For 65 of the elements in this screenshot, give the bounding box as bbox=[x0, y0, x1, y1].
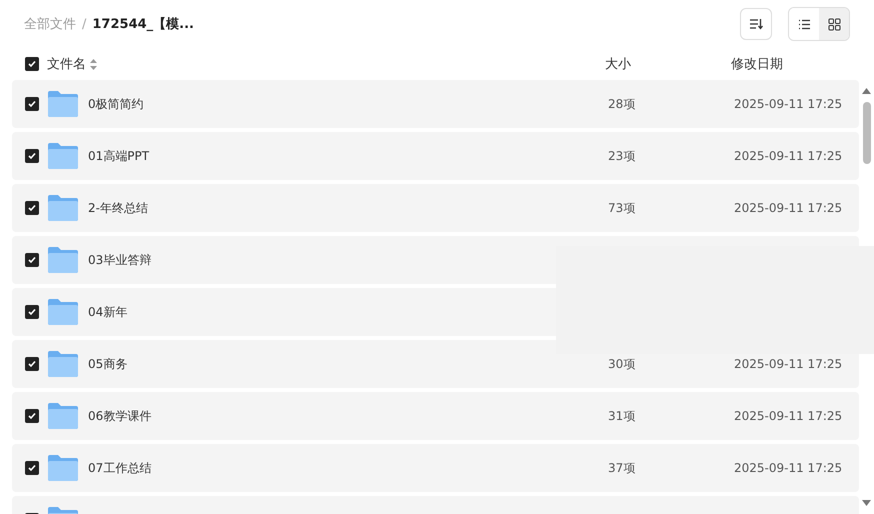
folder-row[interactable]: 06教学课件 31项 2025-09-11 17:25 bbox=[12, 392, 859, 440]
folder-icon bbox=[48, 299, 78, 325]
check-icon bbox=[27, 463, 37, 473]
check-icon bbox=[27, 255, 37, 265]
folder-icon bbox=[48, 455, 78, 481]
folder-name: 06教学课件 bbox=[88, 408, 152, 422]
folder-row[interactable]: 2-年终总结 73项 2025-09-11 17:25 bbox=[12, 184, 859, 232]
modified-date: 2025-09-11 17:25 bbox=[734, 201, 842, 215]
checkbox[interactable] bbox=[25, 97, 39, 111]
check-icon bbox=[27, 411, 37, 421]
column-header: 修改日期 bbox=[731, 56, 783, 73]
folder-row[interactable]: 0极简简约 28项 2025-09-11 17:25 bbox=[12, 80, 859, 128]
folder-icon bbox=[48, 403, 78, 429]
checkbox[interactable] bbox=[25, 201, 39, 215]
scroll-down-icon[interactable] bbox=[862, 500, 871, 506]
checkbox[interactable] bbox=[25, 253, 39, 267]
modified-date: 2025-09-11 17:25 bbox=[734, 461, 842, 475]
column-header: 大小 bbox=[605, 56, 632, 73]
sort-button[interactable] bbox=[740, 8, 772, 40]
modified-date: 2025-09-11 17:25 bbox=[734, 357, 842, 371]
folder-name: 04新年 bbox=[88, 304, 128, 318]
item-count: 30项 bbox=[608, 356, 636, 370]
folder-name: 05商务 bbox=[88, 356, 128, 370]
check-icon bbox=[27, 99, 37, 109]
folder-icon bbox=[48, 351, 78, 377]
folder-icon bbox=[48, 247, 78, 273]
folder-icon bbox=[48, 91, 78, 117]
breadcrumb-current: 172544_【模... bbox=[92, 16, 194, 33]
item-count: 37项 bbox=[608, 460, 636, 474]
checkbox[interactable] bbox=[25, 57, 39, 71]
folder-icon bbox=[48, 143, 78, 169]
check-icon bbox=[27, 151, 37, 161]
check-icon bbox=[27, 59, 37, 69]
modified-date: 2025-09-11 17:25 bbox=[734, 97, 842, 111]
column-header[interactable]: 文件名 bbox=[47, 55, 86, 73]
folder-icon bbox=[48, 195, 78, 221]
sort-icon[interactable] bbox=[90, 58, 97, 70]
check-icon bbox=[27, 359, 37, 369]
scroll-up-icon[interactable] bbox=[862, 88, 871, 94]
sort-icon bbox=[749, 18, 763, 30]
item-count: 28项 bbox=[608, 96, 636, 110]
checkbox[interactable] bbox=[25, 305, 39, 319]
folder-row[interactable]: 01高端PPT 23项 2025-09-11 17:25 bbox=[12, 132, 859, 180]
grid-icon bbox=[828, 18, 840, 30]
item-count: 23项 bbox=[608, 148, 636, 162]
check-icon bbox=[27, 203, 37, 213]
grid-view-button[interactable] bbox=[819, 8, 849, 40]
folder-name: 0极简简约 bbox=[88, 96, 144, 110]
list-icon bbox=[798, 18, 810, 30]
item-count: 31项 bbox=[608, 408, 636, 422]
folder-name: 03毕业答辩 bbox=[88, 252, 152, 266]
folder-row[interactable]: 07工作总结 37项 2025-09-11 17:25 bbox=[12, 444, 859, 492]
checkbox[interactable] bbox=[25, 409, 39, 423]
folder-name: 2-年终总结 bbox=[88, 200, 148, 214]
folder-name: 07工作总结 bbox=[88, 460, 152, 474]
checkbox[interactable] bbox=[25, 461, 39, 475]
modified-date: 2025-09-11 17:25 bbox=[734, 149, 842, 163]
modified-date: 2025-09-11 17:25 bbox=[734, 409, 842, 423]
scrollbar-thumb[interactable] bbox=[862, 102, 870, 164]
item-count: 73项 bbox=[608, 200, 636, 214]
breadcrumb-separator: / bbox=[82, 16, 86, 32]
checkbox[interactable] bbox=[25, 357, 39, 371]
folder-name: 01高端PPT bbox=[88, 148, 150, 162]
checkbox[interactable] bbox=[25, 149, 39, 163]
check-icon bbox=[27, 307, 37, 317]
